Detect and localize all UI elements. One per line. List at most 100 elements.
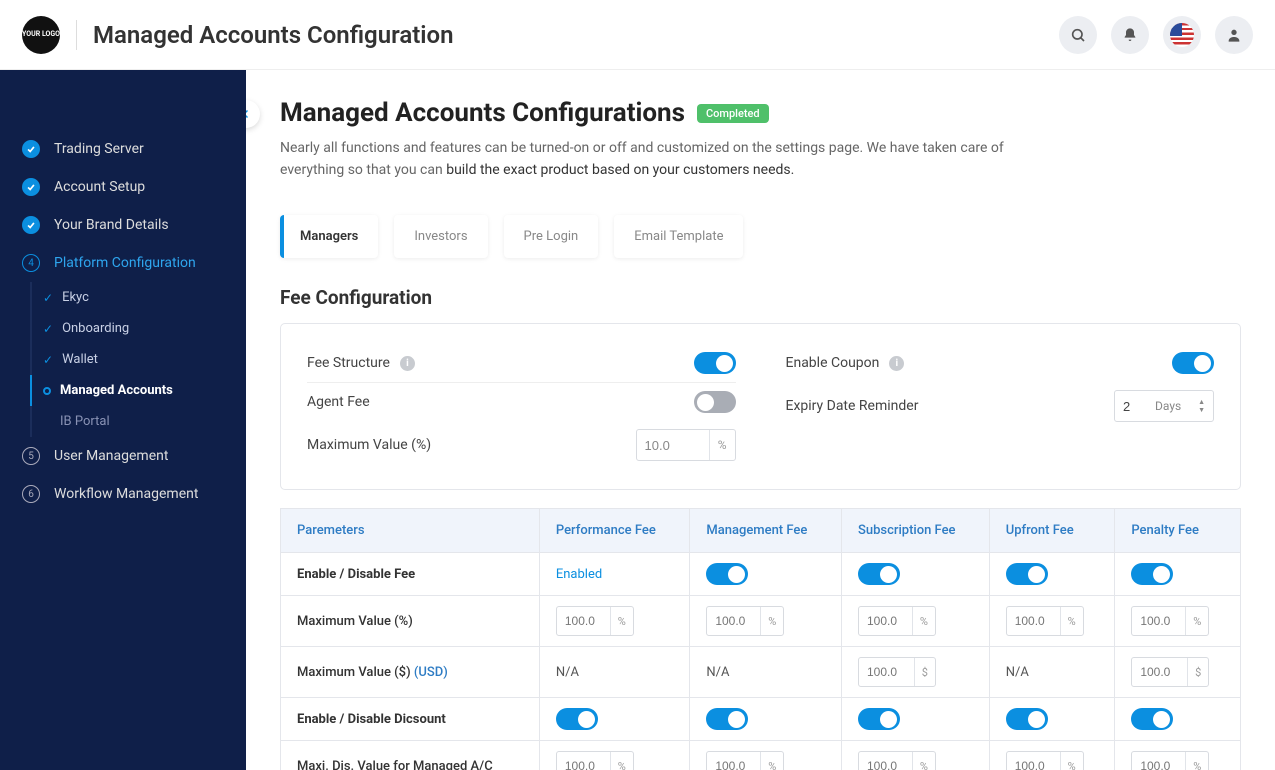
table-row: Maximum Value ($) (USD) N/A N/A $ N/A $: [281, 647, 1241, 698]
mgmt-discount-toggle[interactable]: [706, 708, 748, 730]
collapse-sidebar-button[interactable]: [246, 100, 260, 128]
nav-label: Trading Server: [54, 141, 144, 157]
fee-table: Paremeters Performance Fee Management Fe…: [280, 508, 1241, 770]
days-stepper[interactable]: ▲▼: [1198, 399, 1205, 414]
col-management: Management Fee: [690, 509, 842, 553]
dot-icon: [43, 387, 51, 395]
page-title: Managed Accounts Configuration: [93, 21, 454, 49]
sub-label: Wallet: [62, 352, 98, 367]
sub-maxdis-input[interactable]: [859, 759, 912, 770]
upfront-discount-toggle[interactable]: [1006, 708, 1048, 730]
bell-icon[interactable]: [1111, 16, 1149, 54]
fee-structure-toggle[interactable]: [694, 352, 736, 374]
row-enable-discount-label: Enable / Disable Dicsount: [281, 698, 540, 741]
agent-fee-toggle[interactable]: [694, 391, 736, 413]
check-icon: ✓: [43, 353, 53, 367]
agent-fee-label: Agent Fee: [307, 394, 370, 410]
sidebar-item-trading-server[interactable]: Trading Server: [0, 130, 246, 168]
info-icon[interactable]: i: [889, 356, 904, 371]
mgmt-fee-toggle[interactable]: [706, 563, 748, 585]
sidebar-item-brand-details[interactable]: Your Brand Details: [0, 206, 246, 244]
tab-email-template[interactable]: Email Template: [614, 215, 743, 258]
sidebar-item-account-setup[interactable]: Account Setup: [0, 168, 246, 206]
sidebar-item-workflow-mgmt[interactable]: 6 Workflow Management: [0, 475, 246, 513]
fee-config-heading: Fee Configuration: [280, 286, 1241, 309]
sidebar-item-user-mgmt[interactable]: 5 User Management: [0, 437, 246, 475]
check-icon: [22, 216, 40, 234]
row-maxdis-label: Maxi. Dis. Value for Managed A/C: [281, 741, 540, 770]
fee-structure-label: Fee Structurei: [307, 355, 415, 371]
days-unit: Days: [1155, 399, 1181, 413]
tab-investors[interactable]: Investors: [394, 215, 487, 258]
max-value-input-wrap: %: [636, 429, 736, 461]
tab-pre-login[interactable]: Pre Login: [504, 215, 599, 258]
upfront-fee-toggle[interactable]: [1006, 563, 1048, 585]
max-value-input[interactable]: [637, 438, 709, 453]
check-icon: [22, 178, 40, 196]
upfront-maxpct-input[interactable]: [1007, 614, 1060, 628]
nav-label: User Management: [54, 448, 168, 464]
sub-item-onboarding[interactable]: ✓ Onboarding: [32, 313, 246, 344]
step-number: 5: [22, 447, 40, 465]
sub-maxpct-input[interactable]: [859, 614, 912, 628]
sub-maxusd-input[interactable]: [859, 665, 914, 679]
table-row: Maximum Value (%) % % % % %: [281, 596, 1241, 647]
upfront-maxdis-input[interactable]: [1007, 759, 1060, 770]
tab-managers[interactable]: Managers: [280, 215, 378, 258]
nav-label: Platform Configuration: [54, 255, 196, 271]
coupon-toggle[interactable]: [1172, 352, 1214, 374]
mgmt-maxdis-input[interactable]: [707, 759, 760, 770]
perf-discount-toggle[interactable]: [556, 708, 598, 730]
sub-item-ib-portal[interactable]: IB Portal: [32, 406, 246, 437]
status-badge: Completed: [697, 104, 769, 123]
table-row: Maxi. Dis. Value for Managed A/C % % % %…: [281, 741, 1241, 770]
na-text: N/A: [690, 647, 842, 698]
col-subscription: Subscription Fee: [841, 509, 989, 553]
sidebar-item-platform-config[interactable]: 4 Platform Configuration: [0, 244, 246, 282]
search-icon[interactable]: [1059, 16, 1097, 54]
enabled-text: Enabled: [556, 567, 602, 582]
divider: [76, 20, 77, 50]
table-row: Enable / Disable Fee Enabled: [281, 553, 1241, 596]
penalty-maxusd-input[interactable]: [1132, 665, 1187, 679]
col-performance: Performance Fee: [539, 509, 689, 553]
perf-maxdis-input[interactable]: [557, 759, 610, 770]
sub-label: Onboarding: [62, 321, 129, 336]
check-icon: [22, 140, 40, 158]
sidebar: Trading Server Account Setup Your Brand …: [0, 70, 246, 770]
sub-label: Ekyc: [62, 290, 89, 305]
nav-label: Your Brand Details: [54, 217, 169, 233]
expiry-days-input[interactable]: [1123, 399, 1147, 414]
table-row: Enable / Disable Dicsount: [281, 698, 1241, 741]
col-parameters: Paremeters: [281, 509, 540, 553]
section-subtitle: Nearly all functions and features can be…: [280, 138, 1070, 181]
row-enable-fee-label: Enable / Disable Fee: [281, 553, 540, 596]
sub-item-wallet[interactable]: ✓ Wallet: [32, 344, 246, 375]
sub-item-managed-accounts[interactable]: Managed Accounts: [30, 375, 246, 406]
info-icon[interactable]: i: [400, 356, 415, 371]
na-text: N/A: [539, 647, 689, 698]
coupon-label: Enable Couponi: [786, 355, 905, 371]
col-upfront: Upfront Fee: [989, 509, 1115, 553]
perf-maxpct-input[interactable]: [557, 614, 610, 628]
step-number: 4: [22, 254, 40, 272]
max-value-label: Maximum Value (%): [307, 437, 431, 453]
row-maxusd-label: Maximum Value ($) (USD): [281, 647, 540, 698]
sub-label: IB Portal: [60, 414, 110, 429]
penalty-maxpct-input[interactable]: [1132, 614, 1185, 628]
penalty-discount-toggle[interactable]: [1131, 708, 1173, 730]
sub-discount-toggle[interactable]: [858, 708, 900, 730]
user-icon[interactable]: [1215, 16, 1253, 54]
step-number: 6: [22, 485, 40, 503]
sub-item-ekyc[interactable]: ✓ Ekyc: [32, 282, 246, 313]
nav-label: Account Setup: [54, 179, 145, 195]
section-title: Managed Accounts Configurations: [280, 98, 685, 128]
penalty-maxdis-input[interactable]: [1132, 759, 1185, 770]
na-text: N/A: [989, 647, 1115, 698]
penalty-fee-toggle[interactable]: [1131, 563, 1173, 585]
mgmt-maxpct-input[interactable]: [707, 614, 760, 628]
sub-label: Managed Accounts: [60, 383, 173, 398]
sub-fee-toggle[interactable]: [858, 563, 900, 585]
row-maxpct-label: Maximum Value (%): [281, 596, 540, 647]
language-flag-icon[interactable]: [1163, 16, 1201, 54]
